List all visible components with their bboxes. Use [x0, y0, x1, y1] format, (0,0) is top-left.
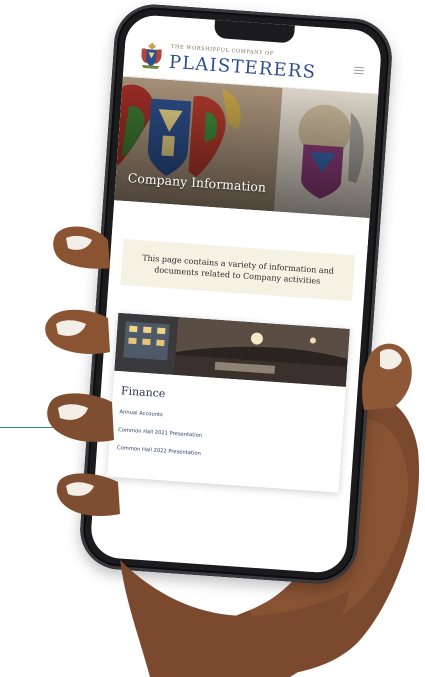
brand-name[interactable]: PLAISTERERS [168, 52, 317, 83]
smartphone: The Worshipful Company of PLAISTERERS [77, 1, 395, 587]
hamburger-menu-icon[interactable] [353, 66, 365, 76]
finance-card: Finance Annual Accounts Common Hall 2021… [106, 312, 350, 493]
company-crest-logo[interactable] [137, 41, 165, 71]
phone-screen: The Worshipful Company of PLAISTERERS [89, 13, 383, 575]
scene: The Worshipful Company of PLAISTERERS [0, 0, 425, 677]
intro-text: This page contains a variety of informat… [141, 253, 335, 286]
hero-banner: Company Information [114, 76, 379, 219]
common-hall-2021-link[interactable]: Common Hall 2021 Presentation [110, 427, 342, 449]
common-hall-2022-link[interactable]: Common Hall 2022 Presentation [109, 445, 341, 467]
coat-of-arms-photo [114, 76, 379, 219]
